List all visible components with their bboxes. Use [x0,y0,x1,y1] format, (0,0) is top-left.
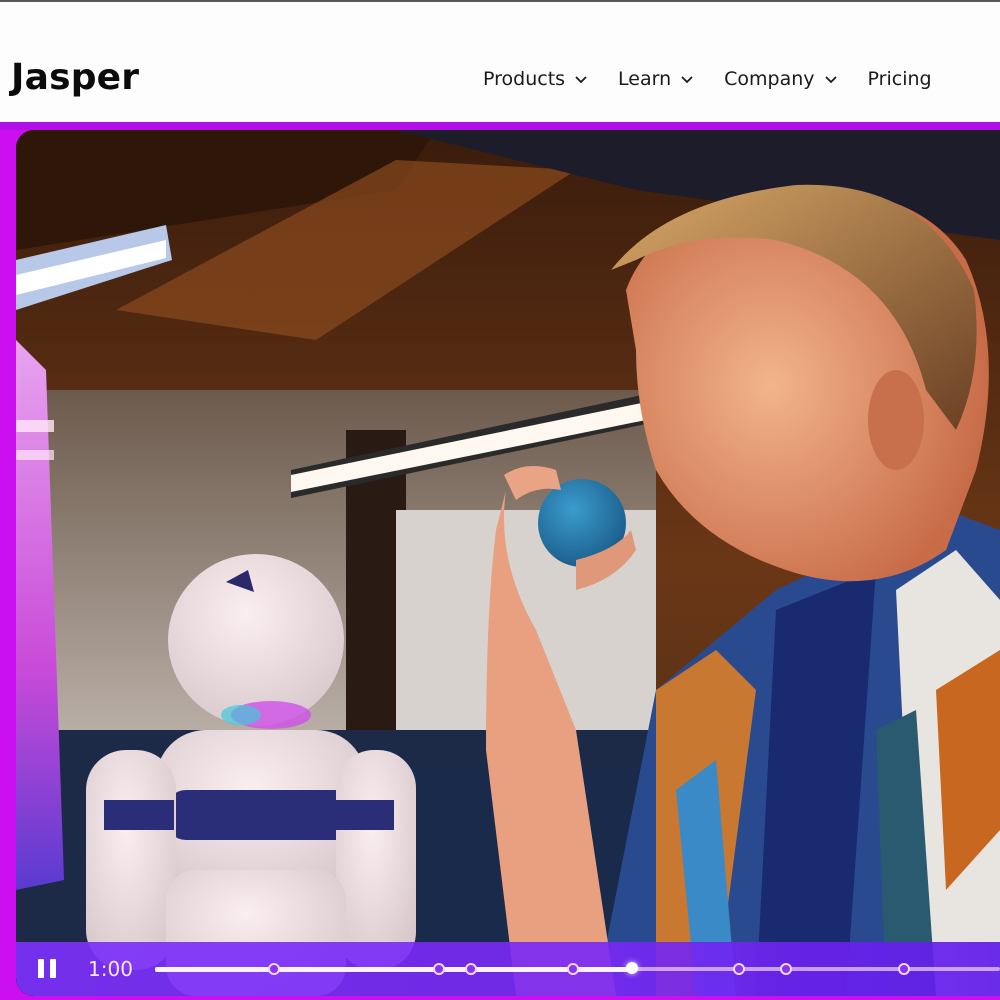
chapter-marker[interactable] [780,963,793,975]
video-controls-bar: 1:00 [16,942,1000,996]
nav-company-label: Company [724,68,815,90]
progress-fill [155,966,633,972]
video-frame-top-edge [0,122,1000,130]
jasper-logo[interactable]: Jasper [11,57,139,98]
nav-pricing-label: Pricing [867,68,932,90]
pause-button[interactable] [38,959,56,978]
chapter-marker[interactable] [732,963,745,975]
progress-playhead[interactable] [626,962,639,974]
chevron-down-icon [575,76,587,84]
chapter-marker[interactable] [268,963,281,975]
nav-company[interactable]: Company [724,68,837,90]
current-time: 1:00 [88,957,133,981]
nav-learn-label: Learn [618,68,672,90]
nav-products[interactable]: Products [483,68,588,90]
pause-icon-bar [50,959,56,978]
chapter-marker[interactable] [432,963,445,975]
main-nav: Products Learn Company Pricing [483,68,932,90]
video-frame-image [16,130,1000,996]
progress-track[interactable] [155,962,1000,975]
chapter-marker[interactable] [567,963,580,975]
video-player[interactable]: 1:00 [16,130,1000,996]
nav-products-label: Products [483,68,566,90]
pause-icon [38,959,44,978]
chevron-down-icon [681,76,693,84]
chapter-marker[interactable] [897,963,910,975]
site-header: Jasper Products Learn Company Pricing [0,2,1000,122]
chevron-down-icon [824,76,837,84]
chapter-marker[interactable] [465,963,478,975]
nav-learn[interactable]: Learn [618,68,694,90]
nav-pricing[interactable]: Pricing [868,68,932,90]
